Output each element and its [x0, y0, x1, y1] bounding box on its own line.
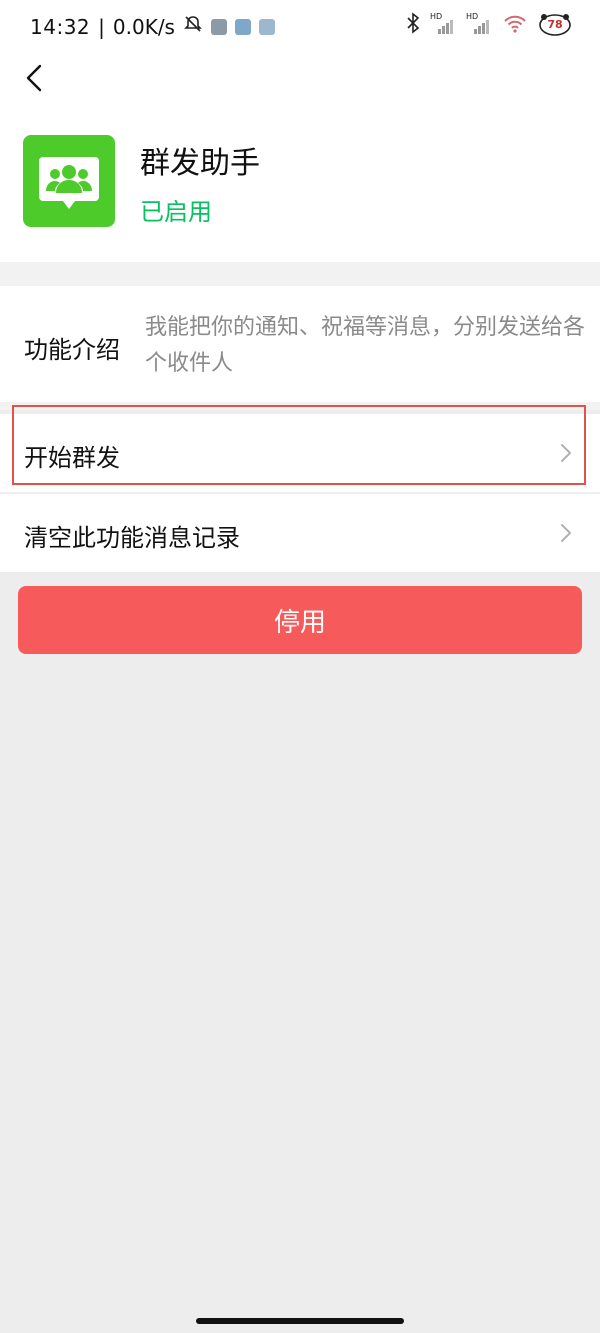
start-broadcast-row[interactable]: 开始群发	[0, 414, 600, 492]
row-label: 开始群发	[24, 444, 120, 472]
app-notification-icon	[234, 18, 251, 35]
section-gap	[0, 262, 600, 286]
chevron-right-icon	[561, 524, 571, 542]
wifi-icon	[502, 12, 528, 38]
status-separator: |	[98, 14, 105, 39]
muted-bell-icon	[183, 14, 203, 39]
signal-icon: HD	[466, 12, 492, 36]
section-divider	[0, 402, 600, 410]
app-title: 群发助手	[140, 146, 260, 181]
battery-level: 78	[547, 18, 563, 31]
hd-label: HD	[466, 12, 479, 21]
intro-description: 我能把你的通知、祝福等消息，分别发送给各个收件人	[145, 315, 586, 376]
app-notification-icon	[210, 18, 227, 35]
status-time: 14:32	[30, 14, 91, 39]
network-speed: 0.0K/s	[112, 14, 175, 39]
group-chat-icon	[39, 157, 99, 209]
status-right: HD HD 78	[406, 12, 572, 38]
status-bar: 14:32 | 0.0K/s HD HD 78	[0, 0, 600, 56]
bluetooth-icon	[406, 12, 420, 38]
clear-history-row[interactable]: 清空此功能消息记录	[0, 494, 600, 572]
hd-label: HD	[430, 12, 443, 21]
status-left: 14:32 | 0.0K/s	[30, 14, 275, 39]
row-label: 清空此功能消息记录	[24, 524, 240, 552]
chevron-right-icon	[561, 444, 571, 462]
disable-button[interactable]: 停用	[18, 586, 582, 654]
chevron-left-icon	[26, 64, 42, 92]
app-status: 已启用	[140, 198, 212, 226]
back-button[interactable]	[14, 58, 54, 98]
app-notification-icon	[258, 18, 275, 35]
app-icon	[23, 135, 115, 227]
signal-icon: HD	[430, 12, 456, 36]
battery-icon: 78	[538, 13, 572, 37]
home-indicator[interactable]	[196, 1318, 404, 1324]
intro-label: 功能介绍	[24, 336, 120, 364]
